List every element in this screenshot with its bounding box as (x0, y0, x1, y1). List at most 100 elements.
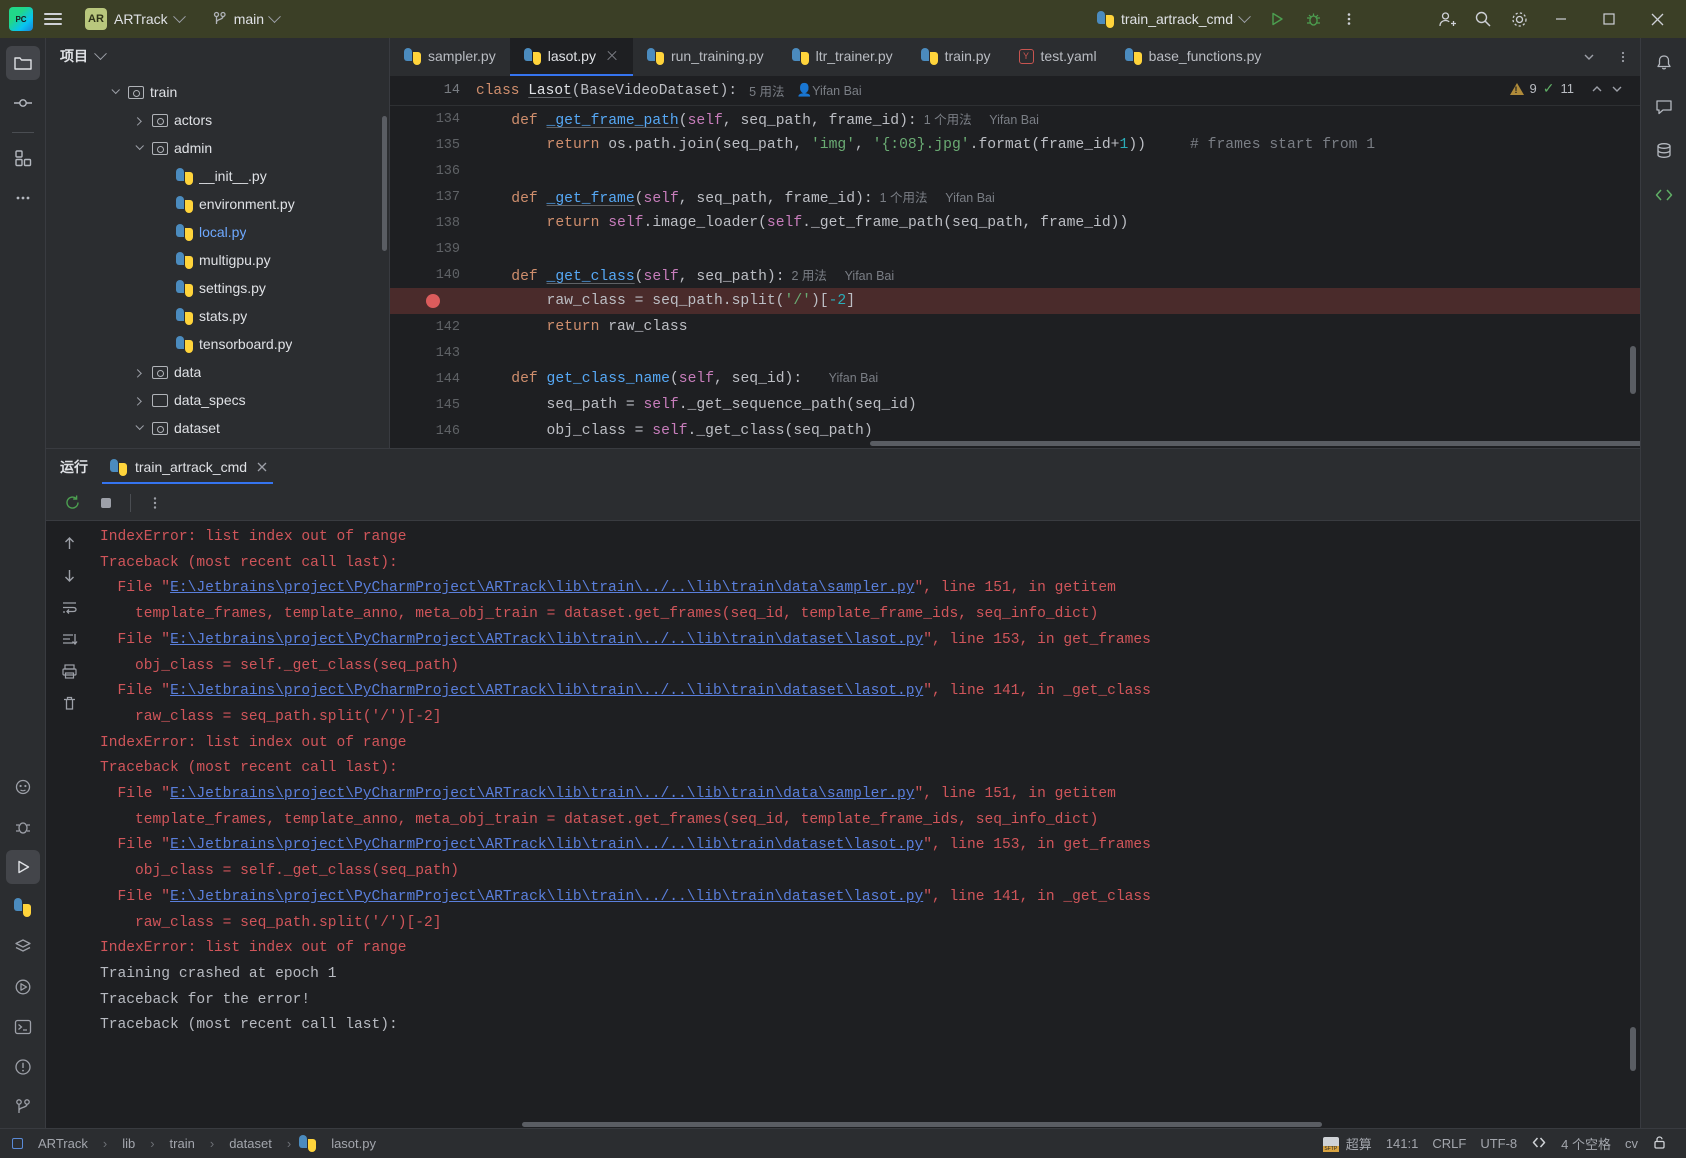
run-anything-icon[interactable] (6, 970, 40, 1004)
maximize-button[interactable] (1586, 0, 1632, 38)
debug-button[interactable] (1296, 4, 1330, 34)
code-line[interactable]: 142 return raw_class (390, 314, 1640, 340)
console-traceback-link-line[interactable]: File "E:\Jetbrains\project\PyCharmProjec… (92, 628, 1640, 654)
code-editor[interactable]: 134 def _get_frame_path(self, seq_path, … (390, 106, 1640, 448)
code-with-me-icon[interactable] (1647, 178, 1681, 212)
breadcrumb-item[interactable]: train (163, 1134, 202, 1153)
search-button[interactable] (1466, 4, 1500, 34)
close-icon[interactable] (255, 460, 269, 474)
caret-position[interactable]: 141:1 (1379, 1134, 1426, 1153)
project-selector[interactable]: AR ARTrack (76, 4, 193, 34)
indent-setting[interactable]: 4 个空格 (1554, 1132, 1618, 1155)
tree-scrollbar[interactable] (382, 116, 387, 251)
more-vertical-icon[interactable] (1606, 38, 1640, 76)
breadcrumb-item[interactable]: ARTrack (31, 1134, 95, 1153)
console-traceback-link-line[interactable]: File "E:\Jetbrains\project\PyCharmProjec… (92, 833, 1640, 859)
console-traceback-link-line[interactable]: File "E:\Jetbrains\project\PyCharmProjec… (92, 782, 1640, 808)
print-icon[interactable] (54, 657, 84, 685)
editor-tab-base-functions-py[interactable]: base_functions.py (1111, 38, 1276, 76)
code-line[interactable]: 144 def get_class_name(self, seq_id): Yi… (390, 366, 1640, 392)
vcs-branch[interactable]: cv (1618, 1134, 1645, 1153)
console-vertical-scrollbar[interactable] (1630, 1027, 1636, 1071)
close-button[interactable] (1634, 0, 1680, 38)
clear-all-icon[interactable] (54, 689, 84, 717)
breadcrumb-item[interactable]: lasot.py (324, 1134, 383, 1153)
code-line[interactable]: 140 def _get_class(self, seq_path): 2 用法… (390, 262, 1640, 288)
tree-node-tensorboard-py[interactable]: tensorboard.py (46, 330, 389, 358)
tree-node-data-specs[interactable]: data_specs (46, 386, 389, 414)
chevron-down-icon[interactable] (1610, 82, 1624, 96)
close-icon[interactable] (605, 49, 619, 63)
sticky-usages[interactable]: 5 用法 (749, 81, 784, 100)
version-control-icon[interactable] (6, 1090, 40, 1124)
code-line[interactable]: 145 seq_path = self._get_sequence_path(s… (390, 392, 1640, 418)
problems-icon[interactable] (6, 1050, 40, 1084)
code-line[interactable]: 137 def _get_frame(self, seq_path, frame… (390, 184, 1640, 210)
code-line[interactable]: 134 def _get_frame_path(self, seq_path, … (390, 106, 1640, 132)
chevron-right-icon[interactable] (132, 393, 146, 407)
minimize-button[interactable] (1538, 0, 1584, 38)
editor-tab-run-training-py[interactable]: run_training.py (633, 38, 778, 76)
run-session-tab[interactable]: train_artrack_cmd (102, 451, 274, 484)
tree-node---init---py[interactable]: __init__.py (46, 162, 389, 190)
code-line[interactable]: 143 (390, 340, 1640, 366)
tree-node-local-py[interactable]: local.py (46, 218, 389, 246)
terminal-icon[interactable] (6, 1010, 40, 1044)
tree-node-train[interactable]: train (46, 78, 389, 106)
chevron-up-icon[interactable] (1590, 82, 1604, 96)
scroll-down-icon[interactable] (54, 561, 84, 589)
chevron-right-icon[interactable] (132, 113, 146, 127)
chevron-down-icon[interactable] (108, 85, 122, 99)
ai-chat-icon[interactable] (1647, 90, 1681, 124)
console-traceback-link-line[interactable]: File "E:\Jetbrains\project\PyCharmProjec… (92, 885, 1640, 911)
line-separator[interactable]: CRLF (1425, 1134, 1473, 1153)
chevron-right-icon[interactable] (132, 365, 146, 379)
branch-selector[interactable]: main (203, 7, 288, 31)
notifications-icon[interactable] (1647, 46, 1681, 80)
project-tree[interactable]: train actors admin __init__.py environment.p… (46, 74, 389, 448)
tree-node-actors[interactable]: actors (46, 106, 389, 134)
tree-node-dataset[interactable]: dataset (46, 414, 389, 442)
breadcrumb-item[interactable]: lib (115, 1134, 142, 1153)
traceback-file-link[interactable]: E:\Jetbrains\project\PyCharmProject\ARTr… (170, 889, 923, 905)
inspection-widget[interactable]: 9 ✓ 11 (1509, 80, 1624, 97)
run-button[interactable] (1260, 4, 1294, 34)
rerun-icon[interactable] (58, 490, 86, 516)
tree-node-stats-py[interactable]: stats.py (46, 302, 389, 330)
code-line[interactable]: 136 (390, 158, 1640, 184)
editor-tab-sampler-py[interactable]: sampler.py (390, 38, 510, 76)
traceback-file-link[interactable]: E:\Jetbrains\project\PyCharmProject\ARTr… (170, 837, 923, 853)
traceback-file-link[interactable]: E:\Jetbrains\project\PyCharmProject\ARTr… (170, 786, 914, 802)
console-horizontal-scrollbar[interactable] (522, 1122, 1322, 1127)
sftp-label[interactable]: 超算 (1339, 1132, 1379, 1155)
code-line[interactable]: 135 return os.path.join(seq_path, 'img',… (390, 132, 1640, 158)
editor-tab-lasot-py[interactable]: lasot.py (509, 38, 633, 76)
editor-tab-test-yaml[interactable]: Ytest.yaml (1005, 38, 1111, 76)
console-traceback-link-line[interactable]: File "E:\Jetbrains\project\PyCharmProjec… (92, 679, 1640, 705)
soft-wrap-icon[interactable] (54, 593, 84, 621)
settings-button[interactable] (1502, 4, 1536, 34)
tree-node-data[interactable]: data (46, 358, 389, 386)
more-actions-button[interactable] (1332, 4, 1366, 34)
tree-node-environment-py[interactable]: environment.py (46, 190, 389, 218)
traceback-file-link[interactable]: E:\Jetbrains\project\PyCharmProject\ARTr… (170, 632, 923, 648)
hamburger-menu-icon[interactable] (38, 4, 68, 34)
services-icon[interactable] (6, 930, 40, 964)
stop-icon[interactable] (92, 490, 120, 516)
database-icon[interactable] (1647, 134, 1681, 168)
console-traceback-link-line[interactable]: File "E:\Jetbrains\project\PyCharmProjec… (92, 576, 1640, 602)
lock-open-icon[interactable] (1645, 1133, 1674, 1155)
python-packages-icon[interactable] (6, 890, 40, 924)
tree-node-multigpu-py[interactable]: multigpu.py (46, 246, 389, 274)
inspection-widget-icon[interactable] (1524, 1133, 1554, 1155)
scroll-to-end-icon[interactable] (54, 625, 84, 653)
add-user-button[interactable] (1430, 4, 1464, 34)
chevron-down-icon[interactable] (132, 421, 146, 435)
editor-tab-train-py[interactable]: train.py (907, 38, 1005, 76)
traceback-file-link[interactable]: E:\Jetbrains\project\PyCharmProject\ARTr… (170, 580, 914, 596)
project-tool-icon[interactable] (5, 46, 40, 80)
editor-vertical-scrollbar[interactable] (1630, 346, 1636, 394)
chevron-down-icon[interactable] (94, 46, 107, 60)
chevron-down-icon[interactable] (132, 141, 146, 155)
breakpoint-icon[interactable] (390, 294, 476, 308)
